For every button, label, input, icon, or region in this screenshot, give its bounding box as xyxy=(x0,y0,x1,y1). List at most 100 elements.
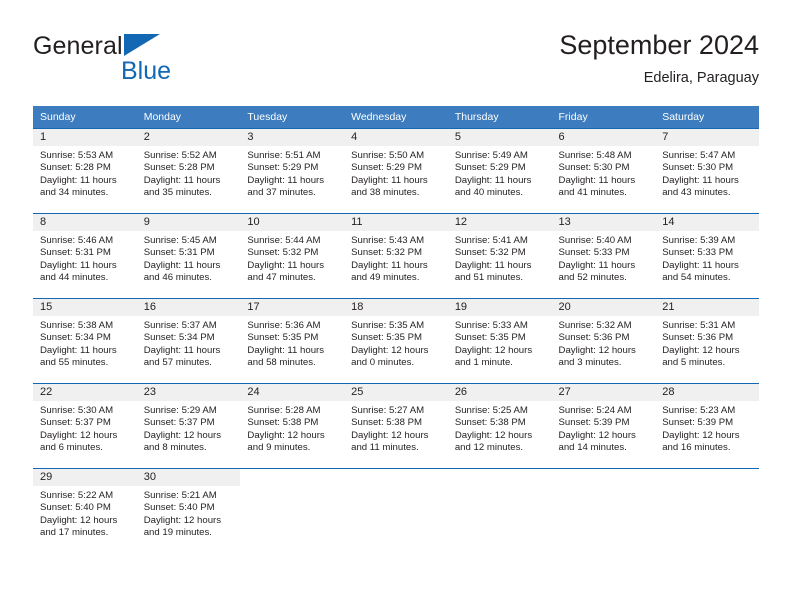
sunset-text: Sunset: 5:29 PM xyxy=(247,162,319,174)
calendar-day-cell[interactable]: 7 Sunrise: 5:47 AM Sunset: 5:30 PM Daylight… xyxy=(655,129,759,213)
daylight-text-line1: Daylight: 11 hours xyxy=(454,259,532,271)
calendar-day-cell[interactable]: 28 Sunrise: 5:23 AM Sunset: 5:39 PM Dayligh… xyxy=(655,384,759,468)
day-cell-inner: 18 Sunrise: 5:35 AM Sunset: 5:35 PM Dayligh… xyxy=(344,299,448,383)
day-number: 6 xyxy=(551,129,656,146)
day-cell-inner: 19 Sunrise: 5:33 AM Sunset: 5:35 PM Dayligh… xyxy=(447,299,552,383)
calendar-day-cell-empty xyxy=(240,469,345,553)
sunset-text: Sunset: 5:40 PM xyxy=(40,502,111,514)
weekday-header-saturday: Saturday xyxy=(655,106,759,128)
sunrise-text: Sunrise: 5:35 AM xyxy=(351,320,425,331)
daylight-text-line1: Daylight: 12 hours xyxy=(454,344,533,356)
calendar-day-cell[interactable]: 26 Sunrise: 5:25 AM Sunset: 5:38 PM Dayligh… xyxy=(447,384,552,468)
day-number xyxy=(240,469,344,486)
day-number: 12 xyxy=(447,214,552,231)
sunrise-text: Sunrise: 5:25 AM xyxy=(454,405,528,416)
sunset-text: Sunset: 5:37 PM xyxy=(40,417,111,429)
daylight-text-line2: and 49 minutes. xyxy=(351,272,420,284)
day-cell-inner: 3 Sunrise: 5:51 AM Sunset: 5:29 PM Daylight… xyxy=(240,129,345,213)
day-number: 17 xyxy=(240,299,345,316)
daylight-text-line2: and 57 minutes. xyxy=(143,357,212,369)
day-cell-inner: 25 Sunrise: 5:27 AM Sunset: 5:38 PM Dayligh… xyxy=(344,384,448,468)
daylight-text-line1: Daylight: 12 hours xyxy=(143,514,222,526)
calendar-day-cell[interactable]: 27 Sunrise: 5:24 AM Sunset: 5:39 PM Dayligh… xyxy=(551,384,656,468)
sunset-text: Sunset: 5:36 PM xyxy=(558,332,630,344)
daylight-text-line2: and 47 minutes. xyxy=(247,272,316,284)
day-cell-inner: 2 Sunrise: 5:52 AM Sunset: 5:28 PM Daylight… xyxy=(136,129,241,213)
calendar-day-cell[interactable]: 16 Sunrise: 5:37 AM Sunset: 5:34 PM Dayligh… xyxy=(136,299,241,383)
daylight-text-line2: and 51 minutes. xyxy=(454,272,524,284)
sunrise-text: Sunrise: 5:44 AM xyxy=(247,235,321,246)
calendar-day-cell[interactable]: 8 Sunrise: 5:46 AM Sunset: 5:31 PM Daylight… xyxy=(33,214,137,298)
page-subtitle: Edelira, Paraguay xyxy=(643,70,759,86)
day-cell-inner xyxy=(552,469,656,553)
calendar-day-cell[interactable]: 19 Sunrise: 5:33 AM Sunset: 5:35 PM Dayligh… xyxy=(447,299,552,383)
day-cell-inner: 23 Sunrise: 5:29 AM Sunset: 5:37 PM Dayligh… xyxy=(136,384,241,468)
weekday-header-wednesday: Wednesday xyxy=(344,106,448,128)
day-number: 23 xyxy=(136,384,241,401)
sunset-text: Sunset: 5:37 PM xyxy=(143,417,215,429)
day-number: 1 xyxy=(33,129,137,146)
day-cell-inner: 8 Sunrise: 5:46 AM Sunset: 5:31 PM Daylight… xyxy=(33,214,137,298)
day-number: 30 xyxy=(136,469,241,486)
sunset-text: Sunset: 5:33 PM xyxy=(558,247,630,259)
daylight-text-line1: Daylight: 11 hours xyxy=(662,259,739,271)
day-cell-inner: 7 Sunrise: 5:47 AM Sunset: 5:30 PM Daylight… xyxy=(655,129,759,213)
daylight-text-line1: Daylight: 12 hours xyxy=(351,344,429,356)
sunset-text: Sunset: 5:32 PM xyxy=(351,247,423,259)
calendar-day-cell[interactable]: 24 Sunrise: 5:28 AM Sunset: 5:38 PM Dayligh… xyxy=(240,384,345,468)
calendar-day-cell[interactable]: 6 Sunrise: 5:48 AM Sunset: 5:30 PM Daylight… xyxy=(551,129,656,213)
daylight-text-line2: and 54 minutes. xyxy=(662,272,731,284)
daylight-text-line1: Daylight: 11 hours xyxy=(40,344,117,356)
calendar-day-cell[interactable]: 5 Sunrise: 5:49 AM Sunset: 5:29 PM Daylight… xyxy=(447,129,552,213)
calendar-day-cell[interactable]: 1 Sunrise: 5:53 AM Sunset: 5:28 PM Daylight… xyxy=(33,129,137,213)
sunrise-text: Sunrise: 5:22 AM xyxy=(40,490,114,501)
calendar-day-cell[interactable]: 4 Sunrise: 5:50 AM Sunset: 5:29 PM Daylight… xyxy=(344,129,448,213)
calendar-day-cell[interactable]: 10 Sunrise: 5:44 AM Sunset: 5:32 PM Dayligh… xyxy=(240,214,345,298)
calendar-day-cell[interactable]: 2 Sunrise: 5:52 AM Sunset: 5:28 PM Daylight… xyxy=(136,129,241,213)
calendar-day-cell[interactable]: 12 Sunrise: 5:41 AM Sunset: 5:32 PM Dayligh… xyxy=(447,214,552,298)
calendar-day-cell[interactable]: 3 Sunrise: 5:51 AM Sunset: 5:29 PM Daylight… xyxy=(240,129,345,213)
calendar-day-cell[interactable]: 25 Sunrise: 5:27 AM Sunset: 5:38 PM Dayligh… xyxy=(344,384,448,468)
calendar-week-row: 8 Sunrise: 5:46 AM Sunset: 5:31 PM Daylight… xyxy=(33,214,759,298)
day-cell-inner xyxy=(448,469,552,553)
daylight-text-line2: and 6 minutes. xyxy=(40,442,103,454)
sunrise-text: Sunrise: 5:27 AM xyxy=(351,405,425,416)
daylight-text-line1: Daylight: 11 hours xyxy=(351,174,428,186)
day-cell-inner: 27 Sunrise: 5:24 AM Sunset: 5:39 PM Dayligh… xyxy=(551,384,656,468)
day-details: Sunrise: 5:37 AM Sunset: 5:34 PM Daylight:… xyxy=(137,316,241,370)
day-cell-inner: 11 Sunrise: 5:43 AM Sunset: 5:32 PM Dayligh… xyxy=(344,214,448,298)
day-number: 20 xyxy=(551,299,656,316)
calendar-page: General Blue September 2024 Edelira, Par… xyxy=(0,0,792,612)
day-cell-inner xyxy=(344,469,448,553)
calendar-day-cell[interactable]: 29 Sunrise: 5:22 AM Sunset: 5:40 PM Dayligh… xyxy=(33,469,137,553)
sunset-text: Sunset: 5:36 PM xyxy=(662,332,734,344)
calendar-day-cell[interactable]: 17 Sunrise: 5:36 AM Sunset: 5:35 PM Dayligh… xyxy=(240,299,345,383)
day-number: 4 xyxy=(344,129,448,146)
generalblue-logo[interactable]: General Blue xyxy=(33,32,253,92)
daylight-text-line2: and 34 minutes. xyxy=(40,187,109,199)
day-number: 9 xyxy=(136,214,241,231)
calendar-day-cell[interactable]: 11 Sunrise: 5:43 AM Sunset: 5:32 PM Dayligh… xyxy=(344,214,448,298)
calendar-day-cell[interactable]: 22 Sunrise: 5:30 AM Sunset: 5:37 PM Dayligh… xyxy=(33,384,137,468)
daylight-text-line2: and 9 minutes. xyxy=(247,442,311,454)
calendar-day-cell[interactable]: 9 Sunrise: 5:45 AM Sunset: 5:31 PM Daylight… xyxy=(136,214,241,298)
calendar-day-cell[interactable]: 23 Sunrise: 5:29 AM Sunset: 5:37 PM Dayligh… xyxy=(136,384,241,468)
weekday-header-monday: Monday xyxy=(136,106,241,128)
calendar-day-cell[interactable]: 21 Sunrise: 5:31 AM Sunset: 5:36 PM Dayligh… xyxy=(655,299,759,383)
calendar-day-cell[interactable]: 14 Sunrise: 5:39 AM Sunset: 5:33 PM Dayligh… xyxy=(655,214,759,298)
calendar-day-cell[interactable]: 18 Sunrise: 5:35 AM Sunset: 5:35 PM Dayligh… xyxy=(344,299,448,383)
calendar-day-cell[interactable]: 13 Sunrise: 5:40 AM Sunset: 5:33 PM Dayligh… xyxy=(551,214,656,298)
day-details: Sunrise: 5:40 AM Sunset: 5:33 PM Daylight:… xyxy=(552,231,656,285)
day-number: 16 xyxy=(136,299,241,316)
calendar-day-cell[interactable]: 30 Sunrise: 5:21 AM Sunset: 5:40 PM Dayligh… xyxy=(136,469,241,553)
calendar-day-cell[interactable]: 20 Sunrise: 5:32 AM Sunset: 5:36 PM Dayligh… xyxy=(551,299,656,383)
day-number xyxy=(344,469,448,486)
calendar-day-cell[interactable]: 15 Sunrise: 5:38 AM Sunset: 5:34 PM Dayligh… xyxy=(33,299,137,383)
daylight-text-line2: and 44 minutes. xyxy=(40,272,109,284)
daylight-text-line1: Daylight: 11 hours xyxy=(558,259,636,271)
day-details: Sunrise: 5:50 AM Sunset: 5:29 PM Daylight:… xyxy=(344,146,448,200)
sunset-text: Sunset: 5:35 PM xyxy=(247,332,319,344)
calendar-day-cell-empty xyxy=(551,469,656,553)
daylight-text-line2: and 38 minutes. xyxy=(351,187,420,199)
day-cell-inner: 15 Sunrise: 5:38 AM Sunset: 5:34 PM Dayligh… xyxy=(33,299,137,383)
